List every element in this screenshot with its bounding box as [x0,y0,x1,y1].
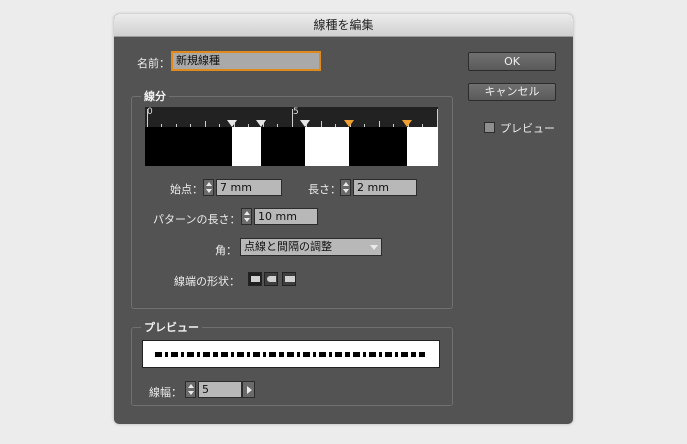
preview-dash [353,352,360,357]
ruler-tick [147,109,148,127]
ruler-tick [437,109,438,127]
preview-dash [155,352,162,357]
name-label: 名前： [137,57,170,70]
preview-dash [187,352,194,357]
preview-dash [213,352,218,357]
dash-marker[interactable] [256,120,266,127]
chevron-down-icon [370,245,378,250]
gap-segment [407,127,438,166]
length-stepper[interactable] [340,179,351,196]
cap-butt-button[interactable] [248,272,262,286]
stepper-up-icon[interactable] [188,384,194,388]
dash-marker-selected[interactable] [402,120,412,127]
preview-dash [231,352,234,357]
preview-area [142,340,440,368]
preview-dash [363,352,366,357]
preview-checkbox[interactable] [484,122,495,133]
dialog-title: 線種を編集 [114,14,573,37]
dash-pattern-editor[interactable]: 0 5 [145,107,438,166]
preview-dash [171,352,178,357]
ruler-tick [292,109,293,127]
preview-dash [401,352,408,357]
preview-dash [379,352,382,357]
gap-segment [232,127,261,166]
corner-dropdown-value: 点線と間隔の調整 [244,240,332,253]
preview-dash [247,352,250,357]
preview-dash [203,352,210,357]
butt-cap-icon [251,276,260,282]
cap-round-button[interactable] [264,272,278,286]
ruler-label-5: 5 [293,107,299,117]
preview-dash [395,352,398,357]
name-field[interactable]: 新規線種 [171,51,321,71]
gap-segment [305,127,349,166]
start-field[interactable]: 7 mm [216,179,282,196]
stepper-down-icon[interactable] [188,391,194,395]
stepper-down-icon[interactable] [206,189,212,193]
stepper-down-icon[interactable] [343,189,349,193]
stepper-up-icon[interactable] [343,182,349,186]
preview-dash [319,352,326,357]
preview-dash [221,352,228,357]
preview-dash [287,352,294,357]
preview-dash [369,352,376,357]
preview-dash [419,352,425,357]
stroke-width-label: 線幅： [149,386,182,399]
preview-dash [181,352,184,357]
stroke-style-dialog: 線種を編集 名前： 新規線種 OK キャンセル プレビュー 線分 0 5 始点：… [114,14,573,424]
dash-marker[interactable] [300,120,310,127]
preview-dash [269,352,276,357]
preview-dash [411,352,416,357]
pattern-length-label: パターンの長さ： [153,213,241,226]
preview-dash [197,352,200,357]
start-label: 始点： [170,183,203,196]
preview-dash [253,352,260,357]
pattern-length-stepper[interactable] [241,208,252,225]
triangle-right-icon [247,386,252,394]
ruler: 0 5 [145,107,438,127]
dash-marker-selected[interactable] [344,120,354,127]
stroke-width-dropdown-button[interactable] [242,381,255,398]
length-label: 長さ： [308,183,341,196]
corner-label: 角： [215,244,237,257]
stroke-width-field[interactable]: 5 [198,381,242,398]
preview-dash [303,352,310,357]
pattern-length-field[interactable]: 10 mm [254,208,318,225]
stepper-down-icon[interactable] [244,218,250,222]
preview-dash [237,352,244,357]
preview-dash [279,352,284,357]
segments-group-title: 線分 [141,88,169,104]
stepper-up-icon[interactable] [244,211,250,215]
preview-dash [345,352,350,357]
preview-dash [263,352,266,357]
preview-dash [165,352,168,357]
screen: { "dialog": {"title": "線種を編集"}, "name": … [0,0,687,444]
preview-dash-line [155,352,425,357]
dash-marker[interactable] [227,120,237,127]
preview-dash [313,352,316,357]
stepper-up-icon[interactable] [206,182,212,186]
projecting-cap-icon [285,276,295,282]
stroke-width-stepper[interactable] [185,381,196,398]
preview-dash [335,352,342,357]
cap-label: 線端の形状： [174,275,240,288]
preview-dash [297,352,300,357]
preview-dash [385,352,392,357]
cap-projecting-button[interactable] [282,272,296,286]
length-field[interactable]: 2 mm [353,179,417,196]
preview-group-title: プレビュー [141,319,202,335]
preview-dash [329,352,332,357]
dash-segment-band [145,127,438,166]
preview-checkbox-label: プレビュー [500,122,555,135]
round-cap-icon [267,276,276,282]
ok-button[interactable]: OK [468,52,556,71]
corner-dropdown[interactable]: 点線と間隔の調整 [240,238,382,256]
cancel-button[interactable]: キャンセル [468,83,556,101]
start-stepper[interactable] [203,179,214,196]
